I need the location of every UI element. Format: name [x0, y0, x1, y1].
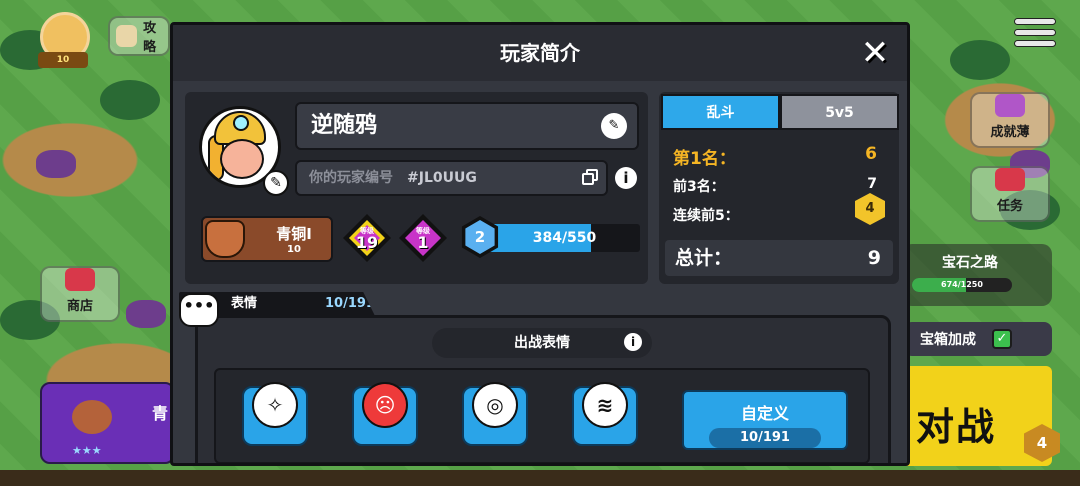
chest-boost-toggle[interactable]: 宝箱加成 ✓ — [904, 322, 1052, 356]
equipped-emotes-label: 出战表情 — [514, 335, 570, 351]
gem-road-panel[interactable]: 宝石之路 674/1250 — [902, 244, 1052, 306]
player-id-field: 你的玩家编号 #JL0UUG — [295, 160, 608, 196]
stat-total: 总计： 9 — [665, 240, 893, 276]
player-name-field: 逆随鸦 ✎ — [295, 102, 639, 150]
info-icon[interactable]: i — [624, 333, 642, 351]
modal-header: 玩家简介 — [173, 25, 907, 81]
crying-emote-icon: ≋ — [582, 382, 628, 428]
check-icon: ✓ — [992, 329, 1012, 349]
clipboard-icon — [116, 25, 138, 47]
xp-progress-bar: 384/550 — [477, 224, 640, 252]
player-name: 逆随鸦 — [311, 113, 378, 138]
guide-label: 攻略 — [143, 21, 157, 55]
rank-value: 1 — [417, 233, 429, 252]
shop-button[interactable]: 商店 — [40, 266, 120, 322]
edit-avatar-icon[interactable]: ✎ — [263, 170, 289, 196]
stat-first-label: 第1名： — [673, 149, 736, 169]
emote-tab-count: 10/191 — [325, 296, 375, 311]
gem-road-progress-text: 674/1250 — [941, 280, 983, 289]
player-id-value: #JL0UUG — [407, 170, 477, 186]
trophy-icon — [205, 220, 245, 258]
trophy-road-label: 青 — [152, 404, 169, 423]
emote-slots: ✧ ☹ ◎ ≋ 自定义 10/191 — [214, 368, 870, 463]
tasks-label: 任务 — [996, 199, 1023, 214]
customize-count: 10/191 — [709, 428, 821, 448]
stats-panel: 乱斗 5v5 第1名： 6 前3名： 7 连续前5： 4 总计： 9 — [659, 92, 899, 284]
achievement-book-icon — [995, 94, 1025, 117]
trophy-rank-name: 青铜I — [276, 225, 312, 243]
equipped-emotes-header: 出战表情 i — [432, 328, 652, 358]
bottom-strip — [0, 470, 1080, 486]
achievements-button[interactable]: 成就薄 — [970, 92, 1050, 148]
emote-slot-angry[interactable]: ☹ — [352, 382, 418, 446]
chest-boost-label: 宝箱加成 — [920, 332, 976, 348]
level-value: 19 — [355, 233, 379, 252]
emote-slot-starry[interactable]: ✧ — [242, 382, 308, 446]
hamburger-menu-icon[interactable] — [1014, 18, 1056, 52]
tab-5v5[interactable]: 5v5 — [780, 94, 899, 130]
player-id-label: 你的玩家编号 — [309, 170, 393, 186]
copy-icon[interactable] — [582, 169, 600, 187]
achievements-label: 成就薄 — [990, 125, 1030, 140]
battle-label: 对战 — [916, 405, 997, 449]
customize-label: 自定义 — [740, 404, 789, 423]
stat-streak: 连续前5： 4 — [673, 193, 887, 225]
mode-tabs: 乱斗 5v5 — [661, 94, 899, 130]
emote-panel: 出战表情 i ✧ ☹ ◎ ≋ 自定义 10/191 — [195, 315, 891, 463]
stat-top3: 前3名： 7 — [673, 176, 887, 196]
tree-decoration — [950, 40, 1010, 80]
info-icon[interactable]: i — [615, 167, 637, 189]
bush-decoration — [36, 150, 76, 178]
trophy-icon — [72, 400, 112, 434]
player-profile-modal: 玩家简介 ✕ ✎ 逆随鸦 ✎ 你的玩家编号 #JL0UUG i 青铜I 10 等级 — [170, 22, 910, 466]
shop-icon — [65, 268, 95, 291]
star-icons: ★★★ — [72, 444, 102, 457]
tree-decoration — [100, 80, 160, 120]
starry-eyes-emote-icon: ✧ — [252, 382, 298, 428]
close-icon[interactable]: ✕ — [857, 35, 893, 71]
emote-tab-label: 表情 — [231, 296, 258, 311]
level-badge: 等级 19 — [343, 214, 391, 262]
xp-level-value: 2 — [465, 220, 495, 254]
customize-button[interactable]: 自定义 10/191 — [682, 390, 848, 450]
shop-label: 商店 — [66, 299, 93, 314]
rank-level-badge: 等级 1 — [399, 214, 447, 262]
trophy-road-card[interactable]: 青 ★★★ — [40, 382, 175, 464]
calendar-icon — [995, 168, 1025, 191]
stat-first-place: 第1名： 6 — [673, 144, 887, 169]
tab-brawl[interactable]: 乱斗 — [661, 94, 780, 130]
profile-panel: ✎ 逆随鸦 ✎ 你的玩家编号 #JL0UUG i 青铜I 10 等级 19 等级 … — [185, 92, 648, 284]
emote-slot-dizzy[interactable]: ◎ — [462, 382, 528, 446]
angry-emote-icon: ☹ — [362, 382, 408, 428]
modal-title: 玩家简介 — [500, 41, 580, 65]
emote-slot-crying[interactable]: ≋ — [572, 382, 638, 446]
gem-road-title: 宝石之路 — [942, 255, 998, 271]
xp-progress-text: 384/550 — [532, 230, 597, 246]
tasks-button[interactable]: 任务 — [970, 166, 1050, 222]
edit-name-icon[interactable]: ✎ — [601, 113, 627, 139]
stat-streak-label: 连续前5： — [673, 208, 739, 224]
stat-top3-value: 7 — [867, 176, 877, 192]
chat-bubble-icon: ••• — [179, 293, 219, 327]
stat-total-value: 9 — [867, 247, 881, 269]
streak-medal-icon: 4 — [855, 193, 885, 225]
player-level-badge: 10 — [38, 52, 88, 68]
stat-first-value: 6 — [865, 144, 877, 164]
trophy-rank-box[interactable]: 青铜I 10 — [201, 216, 333, 262]
dizzy-emote-icon: ◎ — [472, 382, 518, 428]
stat-total-label: 总计： — [675, 247, 733, 269]
gem-road-progress-bar: 674/1250 — [912, 278, 1012, 292]
guide-button[interactable]: 攻略 — [108, 16, 170, 56]
trophy-count: 10 — [287, 244, 301, 255]
bush-decoration — [126, 300, 166, 328]
stat-top3-label: 前3名： — [673, 179, 725, 195]
